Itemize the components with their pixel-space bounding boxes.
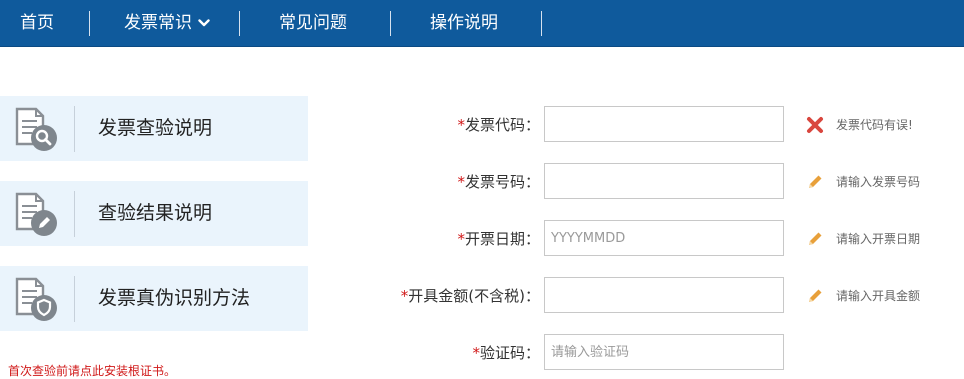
invoice-code-label: *发票代码： bbox=[457, 107, 540, 143]
invoice-code-hint: 发票代码有误! bbox=[836, 118, 913, 132]
nav-divider bbox=[541, 11, 542, 36]
required-mark: * bbox=[457, 116, 465, 134]
invoice-code-input[interactable] bbox=[544, 106, 784, 142]
nav-item-faq[interactable]: 常见问题 bbox=[279, 0, 347, 46]
sidebar-item-verify-guide[interactable]: 发票查验说明 bbox=[0, 96, 308, 161]
sidebar-item-authenticity-guide[interactable]: 发票真伪识别方法 bbox=[0, 266, 308, 331]
pencil-icon bbox=[806, 230, 824, 248]
captcha-label: *验证码： bbox=[472, 335, 540, 371]
sidebar-item-label: 发票查验说明 bbox=[98, 117, 213, 139]
amount-input[interactable] bbox=[544, 277, 784, 313]
field-label-text: 验证码： bbox=[479, 344, 540, 362]
issue-date-label: *开票日期： bbox=[457, 221, 540, 257]
sidebar-item-label: 发票真伪识别方法 bbox=[98, 287, 251, 309]
nav-item-label: 发票常识 bbox=[124, 13, 192, 33]
chevron-down-icon bbox=[198, 0, 210, 45]
nav-divider bbox=[239, 11, 240, 36]
nav-item-home[interactable]: 首页 bbox=[20, 0, 54, 46]
sidebar-divider bbox=[74, 276, 75, 322]
issue-date-input[interactable] bbox=[544, 220, 784, 256]
issue-date-hint: 请输入开票日期 bbox=[836, 232, 921, 246]
nav-divider bbox=[390, 11, 391, 36]
field-label-text: 开具金额(不含税)： bbox=[408, 287, 540, 305]
field-label-text: 发票代码： bbox=[464, 116, 540, 134]
required-mark: * bbox=[457, 173, 465, 191]
invoice-number-label: *发票号码： bbox=[457, 164, 540, 200]
invoice-number-input[interactable] bbox=[544, 163, 784, 199]
nav-item-invoice-knowledge[interactable]: 发票常识 bbox=[124, 0, 210, 46]
document-shield-icon bbox=[12, 276, 62, 322]
pencil-icon bbox=[806, 287, 824, 305]
sidebar-divider bbox=[74, 106, 75, 152]
document-edit-icon bbox=[12, 191, 62, 237]
sidebar-divider bbox=[74, 191, 75, 237]
field-label-text: 开票日期： bbox=[464, 230, 540, 248]
top-nav: 首页 发票常识 常见问题 操作说明 bbox=[0, 0, 964, 47]
pencil-icon bbox=[806, 173, 824, 191]
invoice-number-hint: 请输入发票号码 bbox=[836, 175, 921, 189]
required-mark: * bbox=[457, 230, 465, 248]
amount-label: *开具金额(不含税)： bbox=[401, 278, 540, 314]
sidebar-item-result-guide[interactable]: 查验结果说明 bbox=[0, 181, 308, 246]
sidebar-item-label: 查验结果说明 bbox=[98, 202, 213, 224]
nav-divider bbox=[89, 11, 90, 36]
install-root-cert-link[interactable]: 首次查验前请点此安装根证书。 bbox=[8, 362, 176, 379]
amount-hint: 请输入开具金额 bbox=[836, 289, 921, 303]
nav-item-instructions[interactable]: 操作说明 bbox=[430, 0, 498, 46]
error-x-icon bbox=[806, 116, 824, 134]
captcha-input[interactable] bbox=[544, 334, 784, 370]
field-label-text: 发票号码： bbox=[464, 173, 540, 191]
document-search-icon bbox=[12, 106, 62, 152]
required-mark: * bbox=[472, 344, 480, 362]
